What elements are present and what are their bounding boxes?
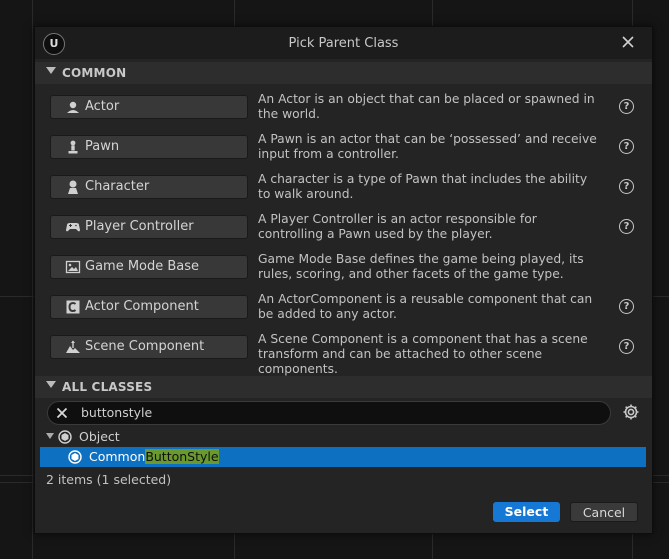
help-icon[interactable]: ? xyxy=(619,299,634,314)
collapse-arrow-icon xyxy=(46,381,56,388)
help-icon[interactable]: ? xyxy=(619,219,634,234)
help-icon[interactable]: ? xyxy=(619,139,634,154)
class-row-scene-component: Scene Component A Scene Component is a c… xyxy=(35,331,652,376)
actor-component-description: An ActorComponent is a reusable componen… xyxy=(258,292,593,321)
cancel-button[interactable]: Cancel xyxy=(570,502,638,522)
game-mode-icon xyxy=(65,260,81,274)
scene-component-button[interactable]: Scene Component xyxy=(50,335,248,359)
player-controller-label: Player Controller xyxy=(85,219,194,234)
actor-component-label: Actor Component xyxy=(85,299,199,314)
gear-icon[interactable] xyxy=(621,402,641,422)
help-icon[interactable]: ? xyxy=(619,179,634,194)
close-icon xyxy=(622,36,634,48)
select-button[interactable]: Select xyxy=(493,502,560,522)
scene-component-label: Scene Component xyxy=(85,339,205,354)
class-row-player-controller: Player Controller A Player Controller is… xyxy=(35,211,652,251)
common-section-header[interactable]: COMMON xyxy=(35,62,652,84)
search-input[interactable] xyxy=(81,404,581,421)
class-row-pawn: Pawn A Pawn is an actor that can be ‘pos… xyxy=(35,131,652,171)
class-row-actor-component: Actor Component An ActorComponent is a r… xyxy=(35,291,652,331)
character-label: Character xyxy=(85,179,150,194)
class-search-box xyxy=(47,401,611,425)
tree-row-object[interactable]: Object xyxy=(40,427,646,447)
pawn-button[interactable]: Pawn xyxy=(50,135,248,159)
class-row-game-mode-base: Game Mode Base Game Mode Base defines th… xyxy=(35,251,652,291)
player-controller-description: A Player Controller is an actor responsi… xyxy=(258,212,537,241)
actor-button[interactable]: Actor xyxy=(50,95,248,119)
collapse-arrow-icon xyxy=(46,67,56,74)
close-button[interactable] xyxy=(618,31,638,53)
class-row-character: Character A character is a type of Pawn … xyxy=(35,171,652,211)
pawn-icon xyxy=(68,140,78,154)
tree-item-label: Object xyxy=(79,429,120,444)
dialog-title: Pick Parent Class xyxy=(288,36,399,51)
common-section-label: COMMON xyxy=(62,66,127,80)
player-controller-button[interactable]: Player Controller xyxy=(50,215,248,239)
expand-arrow-icon[interactable] xyxy=(46,433,54,439)
pawn-description: A Pawn is an actor that can be ‘possesse… xyxy=(258,132,597,161)
pawn-label: Pawn xyxy=(85,139,120,154)
pick-parent-class-dialog: U Pick Parent Class COMMON Actor An Acto… xyxy=(34,26,653,534)
help-icon[interactable]: ? xyxy=(619,99,634,114)
tree-item-label: CommonButtonStyle xyxy=(89,449,219,464)
scene-component-description: A Scene Component is a component that ha… xyxy=(258,332,588,376)
game-mode-base-button[interactable]: Game Mode Base xyxy=(50,255,248,279)
all-classes-section-label: ALL CLASSES xyxy=(62,380,153,394)
game-mode-base-description: Game Mode Base defines the game being pl… xyxy=(258,252,584,281)
clear-search-button[interactable] xyxy=(54,403,70,423)
class-row-actor: Actor An Actor is an object that can be … xyxy=(35,91,652,131)
status-text: 2 items (1 selected) xyxy=(46,472,172,487)
character-button[interactable]: Character xyxy=(50,175,248,199)
actor-label: Actor xyxy=(85,99,120,114)
character-description: A character is a type of Pawn that inclu… xyxy=(258,172,588,201)
scene-component-icon xyxy=(66,340,80,353)
actor-component-button[interactable]: Actor Component xyxy=(50,295,248,319)
help-icon[interactable]: ? xyxy=(619,339,634,354)
class-tree: Object CommonButtonStyle xyxy=(40,427,646,471)
gamepad-icon xyxy=(66,223,80,232)
actor-description: An Actor is an object that can be placed… xyxy=(258,92,595,121)
all-classes-section-header[interactable]: ALL CLASSES xyxy=(35,376,652,398)
actor-component-icon xyxy=(66,300,80,314)
actor-icon xyxy=(67,101,79,113)
object-icon xyxy=(68,450,82,464)
title-bar: U Pick Parent Class xyxy=(35,27,652,59)
tree-item-label-prefix: Common xyxy=(89,449,146,464)
object-icon xyxy=(58,430,72,444)
game-mode-base-label: Game Mode Base xyxy=(85,259,200,274)
tree-row-common-button-style[interactable]: CommonButtonStyle xyxy=(40,447,646,467)
character-icon xyxy=(68,180,78,194)
close-icon xyxy=(56,407,68,419)
search-match-highlight: ButtonStyle xyxy=(145,449,219,464)
